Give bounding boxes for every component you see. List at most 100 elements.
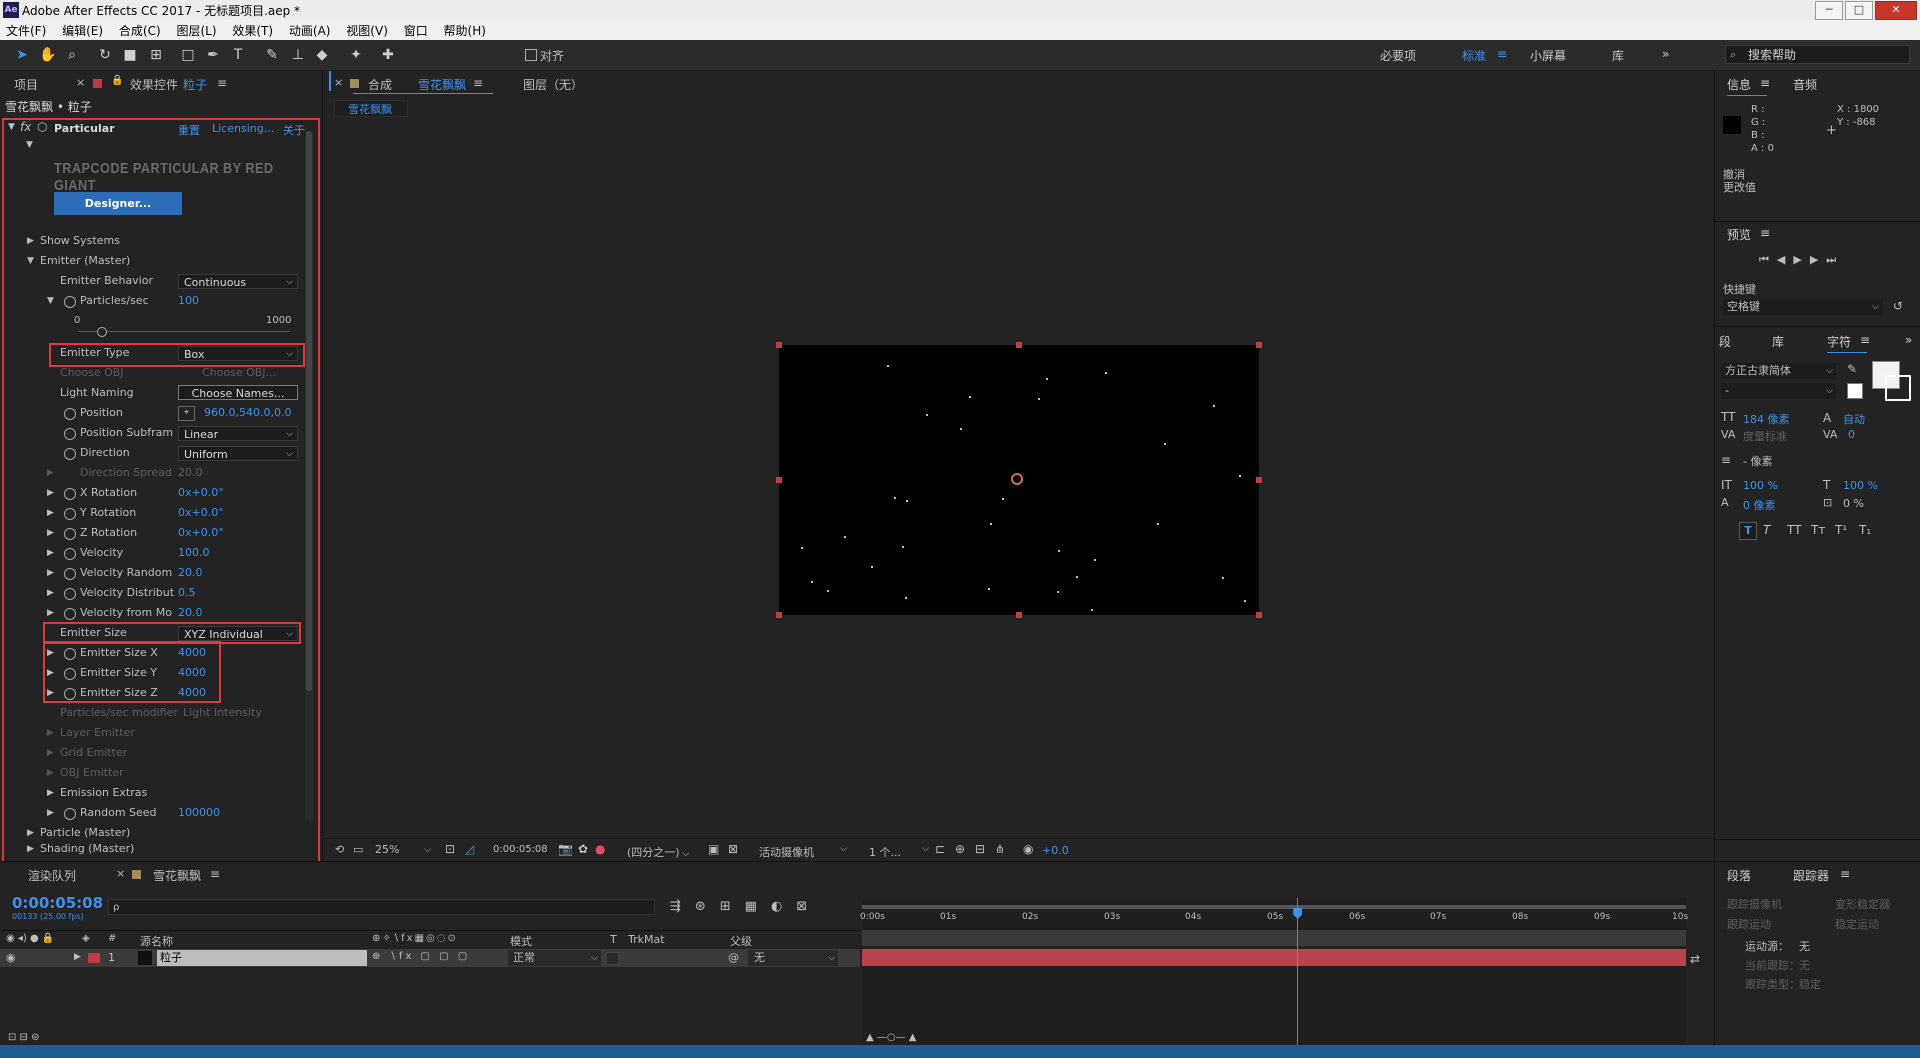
crosshair-icon[interactable]: ⌖ xyxy=(178,406,195,421)
motion-source-value[interactable]: 无 xyxy=(1799,938,1810,954)
current-timecode[interactable]: 0:00:05:08 xyxy=(12,894,103,912)
work-area-bar[interactable] xyxy=(862,905,1686,909)
visibility-eye-icon[interactable]: ◉ xyxy=(6,951,16,964)
views-dropdown[interactable]: 1 个... ⌵ xyxy=(869,844,929,860)
tab-info[interactable]: 信息 xyxy=(1727,76,1751,93)
more-panels-icon[interactable]: » xyxy=(1905,333,1912,347)
transform-handle[interactable] xyxy=(776,477,782,483)
velocity-distrib-value[interactable]: 0.5 xyxy=(178,583,196,603)
zoom-out-timeline-icon[interactable]: ▲ —○— ▲ xyxy=(866,1032,916,1043)
panel-menu-icon[interactable]: ≡ xyxy=(1760,226,1770,240)
stroke-color-swatch[interactable] xyxy=(1885,375,1911,401)
tab-layer[interactable]: 图层（无） xyxy=(523,76,583,93)
shortcut-dropdown[interactable]: 空格键 ⌵ xyxy=(1723,299,1883,315)
stopwatch-icon[interactable] xyxy=(64,488,76,500)
transparency-grid-icon[interactable]: ⊠ xyxy=(728,842,738,856)
expand-arrow-icon[interactable]: ▼ xyxy=(26,140,33,150)
eraser-tool-icon[interactable]: ◆ xyxy=(312,45,332,65)
emitter-anchor-icon[interactable] xyxy=(1011,473,1023,485)
menu-help[interactable]: 帮助(H) xyxy=(438,20,492,39)
loop-icon[interactable]: ↺ xyxy=(1893,299,1903,313)
stroke-width-value[interactable]: - 像素 xyxy=(1743,453,1772,469)
emitter-master-label[interactable]: Emitter (Master) xyxy=(40,251,130,271)
small-caps-button[interactable]: Tт xyxy=(1811,523,1825,537)
preview-transport-icons[interactable]: ⏮◀▶▶⏭ xyxy=(1759,253,1844,267)
horizontal-scale-value[interactable]: 100 % xyxy=(1843,479,1878,492)
transform-handle[interactable] xyxy=(776,612,782,618)
toggle-pixel-icon[interactable]: ⊏ xyxy=(935,842,945,856)
particles-slider-track[interactable] xyxy=(78,331,290,332)
time-ruler[interactable]: 0:00s 01s 02s 03s 04s 05s 06s 07s 08s 09… xyxy=(860,910,1688,930)
particles-sec-value[interactable]: 100 xyxy=(178,291,199,311)
workspace-standard[interactable]: 标准 xyxy=(1462,47,1486,64)
shading-master-label[interactable]: Shading (Master) xyxy=(40,842,134,856)
show-snapshot-icon[interactable]: ✿ xyxy=(578,842,588,856)
tab-effect-controls[interactable]: 效果控件 xyxy=(130,76,178,93)
layer-parent-dropdown[interactable]: 无 ⌵ xyxy=(748,950,838,966)
leading-value[interactable]: 自动 xyxy=(1843,411,1865,427)
mask-icon[interactable]: ◿ xyxy=(465,842,474,856)
panel-scrollbar[interactable] xyxy=(305,131,313,821)
playhead-line[interactable] xyxy=(1293,898,1303,1046)
transform-handle[interactable] xyxy=(1016,342,1022,348)
lock-icon[interactable]: 🔒 xyxy=(111,75,123,86)
pickwhip-icon[interactable]: @ xyxy=(728,951,739,964)
stopwatch-icon[interactable] xyxy=(64,428,76,440)
parent-header[interactable]: 父级 xyxy=(730,933,752,949)
fit-icon[interactable]: ⊡ xyxy=(445,842,455,856)
faux-bold-button[interactable]: T xyxy=(1739,522,1757,540)
viewer-timecode[interactable]: 0:00:05:08 xyxy=(493,844,548,855)
menu-edit[interactable]: 编辑(E) xyxy=(56,20,109,39)
zoom-dropdown[interactable]: 25% ⌵ xyxy=(375,842,433,858)
designer-button[interactable]: Designer... xyxy=(54,192,182,215)
puppet-tool-icon[interactable]: ✚ xyxy=(378,45,398,65)
stopwatch-icon[interactable] xyxy=(64,296,76,308)
stopwatch-icon[interactable] xyxy=(64,548,76,560)
layer-duration-bar[interactable] xyxy=(862,949,1686,966)
color-channel-icon[interactable]: ● xyxy=(595,842,605,856)
stopwatch-icon[interactable] xyxy=(64,608,76,620)
tsume-value[interactable]: 0 % xyxy=(1843,497,1864,510)
velocity-from-value[interactable]: 20.0 xyxy=(178,603,203,623)
position-value[interactable]: 960.0,540.0,0.0 xyxy=(204,403,291,423)
faux-italic-button[interactable]: T xyxy=(1763,523,1770,537)
vertical-scale-value[interactable]: 100 % xyxy=(1743,479,1778,492)
expand-arrow-icon[interactable]: ▼ xyxy=(8,122,15,132)
align-checkbox[interactable] xyxy=(525,49,537,61)
timeline-footer-icons[interactable]: ⊡ ⊟ ⊜ xyxy=(8,1032,40,1043)
choose-names-button[interactable]: Choose Names... xyxy=(178,385,298,400)
hand-tool-icon[interactable]: ✋ xyxy=(38,45,58,65)
velocity-random-value[interactable]: 20.0 xyxy=(178,563,203,583)
tab-comp-name[interactable]: 雪花飘飘 xyxy=(418,76,466,93)
swap-colors-icon[interactable] xyxy=(1847,383,1863,399)
direction-dropdown[interactable]: Uniform ⌵ xyxy=(178,446,298,461)
y-rotation-value[interactable]: 0x+0.0° xyxy=(178,503,224,523)
tab-preview[interactable]: 预览 xyxy=(1727,226,1751,243)
exposure-icon[interactable]: ◉ xyxy=(1023,842,1033,856)
type-tool-icon[interactable]: T xyxy=(228,45,248,65)
restore-button[interactable]: □ xyxy=(1845,1,1873,20)
workspace-small-screen[interactable]: 小屏幕 xyxy=(1530,47,1566,64)
panel-menu-icon[interactable]: ≡ xyxy=(1760,76,1770,90)
mode-header[interactable]: 模式 xyxy=(510,933,532,949)
fx-icon[interactable]: fx xyxy=(20,120,31,134)
tab-tracker[interactable]: 跟踪器 xyxy=(1793,867,1829,884)
font-style-dropdown[interactable]: - ⌵ xyxy=(1721,383,1836,399)
panel-menu-icon[interactable]: ≡ xyxy=(210,867,220,881)
comp-navigator-chip[interactable]: 雪花飘飘 xyxy=(334,100,408,117)
particle-master-label[interactable]: Particle (Master) xyxy=(40,823,130,843)
all-caps-button[interactable]: TT xyxy=(1787,523,1801,537)
close-tab-icon[interactable]: × xyxy=(116,867,125,880)
transform-handle[interactable] xyxy=(1256,342,1262,348)
zoom-tool-icon[interactable]: ⌕ xyxy=(62,45,82,65)
monitor-icon[interactable]: ▭ xyxy=(353,843,363,856)
reset-link[interactable]: 重置 xyxy=(178,122,200,138)
kerning-value[interactable]: 度量标准 xyxy=(1743,428,1787,444)
minimize-button[interactable]: ─ xyxy=(1815,1,1843,20)
stopwatch-icon[interactable] xyxy=(64,408,76,420)
help-search-input[interactable]: 搜索帮助 xyxy=(1725,45,1910,64)
clone-stamp-tool-icon[interactable]: ⊥ xyxy=(288,45,308,65)
composition-viewer[interactable] xyxy=(776,342,1262,618)
font-family-dropdown[interactable]: 方正古隶简体 ⌵ xyxy=(1721,363,1836,379)
time-graph[interactable]: 0:00s 01s 02s 03s 04s 05s 06s 07s 08s 09… xyxy=(860,898,1688,1046)
